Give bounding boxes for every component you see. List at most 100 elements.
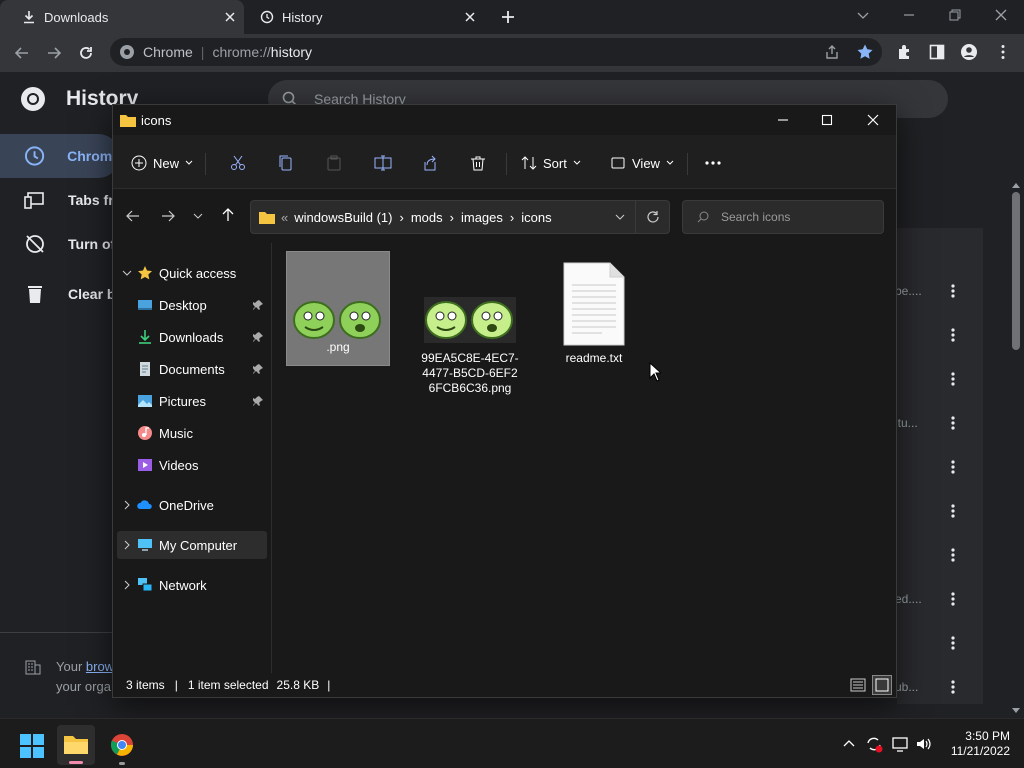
details-view-icon[interactable] [849,676,867,694]
row-more-icon[interactable] [947,283,959,299]
show-hidden-icons[interactable] [843,739,855,747]
refresh-icon[interactable] [646,210,660,224]
sort-button[interactable]: Sort [521,147,587,179]
view-button[interactable]: View [610,147,680,179]
recent-locations-icon[interactable] [193,213,203,219]
forward-arrow-icon[interactable] [161,209,175,223]
tab-search-icon[interactable] [856,8,870,22]
breadcrumb-item[interactable]: icons [521,210,551,225]
nav-item-quick-access[interactable]: Quick access [117,259,267,287]
address-bar[interactable]: « windowsBuild (1) › mods › images › ico… [250,200,670,234]
row-more-icon[interactable] [947,635,959,651]
taskbar-chrome[interactable] [103,725,141,765]
cut-icon[interactable] [230,155,246,171]
reload-icon[interactable] [77,44,95,62]
collapsed-chevron-icon[interactable] [121,579,133,591]
back-icon[interactable] [13,44,31,62]
row-more-icon[interactable] [947,679,959,695]
nav-item-desktop[interactable]: Desktop [117,291,267,319]
minimize-icon[interactable] [902,8,916,22]
collapsed-chevron-icon[interactable] [121,499,133,511]
expanded-chevron-icon[interactable] [121,267,133,279]
new-tab-icon[interactable] [500,9,516,25]
clock[interactable]: 3:50 PM 11/21/2022 [940,729,1010,759]
page-scrollbar[interactable] [1008,178,1024,718]
tab-history[interactable]: History [250,0,490,34]
nav-item-network[interactable]: Network [117,571,267,599]
close-tab-icon[interactable] [222,9,238,25]
row-more-icon[interactable] [947,459,959,475]
share-icon[interactable] [824,44,840,60]
more-options-icon[interactable] [705,161,721,165]
sidebar-item-tabs-from-devices[interactable]: Tabs fr [0,178,120,222]
row-more-icon[interactable] [947,547,959,563]
nav-item-videos[interactable]: Videos [117,451,267,479]
tab-downloads[interactable]: Downloads [0,0,244,34]
sidebar-item-chrome-history[interactable]: Chrome [0,134,120,178]
display-icon[interactable] [891,735,909,753]
nav-item-my-computer[interactable]: My Computer [117,531,267,559]
file-item[interactable]: 99EA5C8E-4EC7- 4477-B5CD-6EF2 6FCB6C36.p… [410,251,530,401]
restore-icon[interactable] [948,8,962,22]
nav-label: Pictures [159,393,206,409]
search-box[interactable]: Search icons [682,200,884,234]
text-document-icon [563,262,625,346]
breadcrumb-separator[interactable]: › [450,210,454,225]
menu-dots-icon[interactable] [994,43,1012,61]
managed-text-line2: your orga [56,679,111,694]
nav-label: Downloads [159,329,224,345]
side-panel-icon[interactable] [928,43,946,61]
file-item[interactable]: readme.txt [542,251,646,371]
row-more-icon[interactable] [947,371,959,387]
back-arrow-icon[interactable] [126,209,140,223]
explorer-title-bar[interactable]: icons [113,105,896,135]
close-window-icon[interactable] [994,8,1008,22]
sidebar-item-clear-browsing[interactable]: Clear b [0,272,120,316]
address-dropdown-icon[interactable] [615,214,625,220]
nav-item-pictures[interactable]: Pictures [117,387,267,415]
new-button[interactable]: New [131,147,199,179]
forward-icon[interactable] [45,44,63,62]
breadcrumb-item[interactable]: images [461,210,503,225]
windows-start-icon[interactable] [20,734,44,758]
managed-link[interactable]: brow [86,659,114,674]
chevron-down-icon [666,160,674,165]
extensions-icon[interactable] [896,43,914,61]
breadcrumb-separator[interactable]: › [400,210,404,225]
rename-icon[interactable] [374,155,392,171]
nav-item-documents[interactable]: Documents [117,355,267,383]
row-more-icon[interactable] [947,327,959,343]
scroll-thumb[interactable] [1012,192,1020,350]
large-icons-view-icon[interactable] [872,675,892,695]
breadcrumb-item[interactable]: windowsBuild (1) [294,210,392,225]
file-item[interactable]: .png [286,251,390,366]
breadcrumb-item[interactable]: mods [411,210,443,225]
taskbar-file-explorer[interactable] [57,725,95,765]
volume-icon[interactable] [915,735,933,753]
breadcrumb-separator[interactable]: › [510,210,514,225]
up-arrow-icon[interactable] [221,208,235,222]
scroll-up-icon[interactable] [1012,182,1020,188]
bookmark-star-icon[interactable] [856,43,874,61]
row-more-icon[interactable] [947,591,959,607]
sidebar-item-turn-off[interactable]: Turn of [0,222,120,266]
copy-icon[interactable] [278,155,294,171]
row-more-icon[interactable] [947,415,959,431]
close-tab-icon[interactable] [462,9,478,25]
omnibox[interactable]: Chrome | chrome:// history [110,38,882,66]
row-more-icon[interactable] [947,503,959,519]
pane-splitter[interactable] [271,243,272,673]
nav-item-music[interactable]: Music [117,419,267,447]
overflow-chevron[interactable]: « [281,210,288,225]
nav-item-onedrive[interactable]: OneDrive [117,491,267,519]
nav-item-downloads[interactable]: Downloads [117,323,267,351]
minimize-icon[interactable] [777,114,789,126]
share-icon[interactable] [422,155,438,171]
maximize-icon[interactable] [821,114,833,126]
close-icon[interactable] [867,114,879,126]
sync-error-icon[interactable] [865,735,883,753]
profile-icon[interactable] [960,43,978,61]
scroll-down-icon[interactable] [1012,708,1020,714]
collapsed-chevron-icon[interactable] [121,539,133,551]
delete-icon[interactable] [470,155,486,171]
